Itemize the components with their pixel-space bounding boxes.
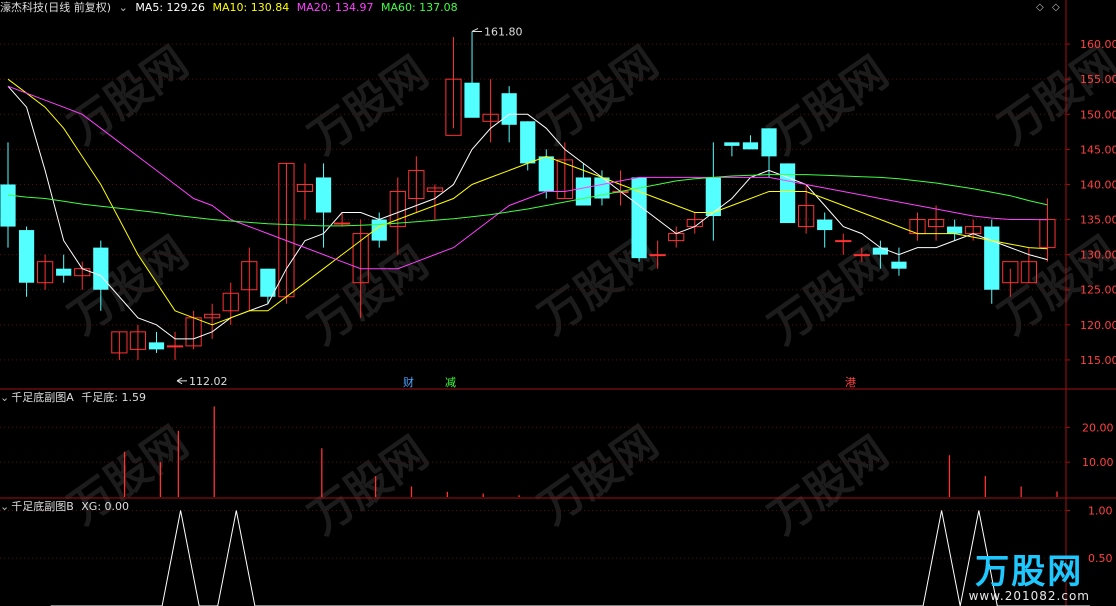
y-tick-label: 120.00: [1080, 319, 1116, 332]
y-tick-label: 130.00: [1080, 249, 1116, 262]
candles: [0, 31, 1056, 360]
candle-body-down: [56, 268, 72, 276]
high-marker-label: 161.80: [484, 25, 523, 38]
candle-body-up: [649, 254, 666, 257]
main-panel-header: 濠杰科技(日线 前复权) ⌄ MA5: 129.26 MA10: 130.84 …: [0, 0, 462, 16]
y-tick-label: 125.00: [1080, 284, 1116, 297]
sub-panel-b-title[interactable]: 千足底副图B: [11, 500, 74, 513]
candle-body-down: [148, 342, 165, 350]
y-tick-label: 140.00: [1080, 178, 1116, 191]
period-dropdown-icon[interactable]: ⌄: [119, 1, 128, 14]
candle-body-down: [872, 247, 888, 255]
low-marker-arrow: [176, 377, 188, 385]
y-tick-label: 135.00: [1080, 214, 1116, 227]
chevron-down-icon[interactable]: ⌄: [0, 391, 9, 404]
collapse-icon[interactable]: ◇: [1052, 2, 1060, 13]
candle-body-down: [947, 226, 963, 234]
xg-signal-line: [50, 510, 1091, 606]
stock-chart-window: 万股网 万股网 万股网 万股网 万股网 万股网 万股网 万股网 万股网 万股网 …: [0, 0, 1116, 606]
event-tag: 港: [845, 376, 856, 389]
candle-body-down: [742, 142, 759, 150]
candle-body-down: [0, 184, 16, 227]
kline-chart: 115.00 120.00 125.00 130.00 135.00 140.00 145.…: [0, 0, 1116, 606]
y-tick-label: 155.00: [1080, 73, 1116, 86]
candle-body-down: [779, 163, 796, 224]
sub-panel-a-header: ⌄ 千足底副图A 千足底: 1.59: [0, 390, 150, 406]
candle-body-up: [333, 222, 351, 225]
y-tick-label: 115.00: [1080, 354, 1116, 367]
high-marker-arrow: [471, 27, 483, 32]
settings-diamond-icon[interactable]: ◇: [1036, 2, 1044, 13]
candle-body-down: [575, 177, 592, 206]
ma10-line: [7, 78, 1048, 326]
candle-body-down: [538, 156, 554, 192]
candle-body-down: [464, 82, 480, 118]
sub-panel-b-value: XG: 0.00: [81, 500, 130, 513]
y-tick-label: 150.00: [1080, 108, 1116, 121]
candle-body-down: [724, 142, 740, 146]
y-tick-label: 20.00: [1082, 421, 1114, 434]
sub-panel-a-title[interactable]: 千足底副图A: [11, 391, 74, 404]
ma60-label: MA60: 137.08: [380, 1, 458, 14]
candle-body-down: [891, 261, 907, 269]
y-tick-label: 0.50: [1088, 552, 1113, 565]
candle-body-down: [18, 230, 35, 283]
low-marker-label: 112.02: [189, 375, 228, 388]
ma20-line: [7, 85, 1048, 270]
candle-body-down: [761, 128, 777, 157]
y-tick-label: 160.00: [1080, 38, 1116, 51]
ma5-label: MA5: 129.26: [135, 1, 206, 14]
event-tag: 财: [403, 375, 414, 389]
brand-logo: 万股网 www.201082.com: [969, 554, 1090, 602]
y-tick-label: 10.00: [1082, 456, 1114, 469]
stock-name: 濠杰科技: [0, 1, 44, 14]
ma10-label: MA10: 130.84: [212, 1, 290, 14]
candle-body-up: [853, 254, 870, 257]
period-label[interactable]: (日线 前复权): [44, 1, 111, 14]
chevron-down-icon[interactable]: ⌄: [0, 500, 9, 513]
sub-panel-b-header: ⌄ 千足底副图B XG: 0.00: [0, 499, 133, 515]
candle-body-up: [835, 240, 852, 243]
event-tag: 减: [445, 376, 456, 389]
candle-body-down: [315, 177, 332, 213]
candle-body-down: [817, 219, 833, 231]
logo-url: www.201082.com: [968, 589, 1090, 603]
sub-panel-a-value: 千足底: 1.59: [81, 391, 146, 404]
candle-body-down: [520, 121, 536, 164]
candle-body-up: [166, 345, 184, 348]
y-tick-label: 145.00: [1080, 143, 1116, 156]
candle-body-down: [260, 268, 276, 297]
candle-body-down: [501, 93, 517, 125]
candle-body-down: [93, 247, 109, 290]
ma20-label: MA20: 134.97: [296, 1, 374, 14]
candle-body-down: [984, 226, 1000, 290]
logo-text: 万股网: [975, 552, 1084, 592]
y-tick-label: 1.00: [1088, 504, 1113, 517]
